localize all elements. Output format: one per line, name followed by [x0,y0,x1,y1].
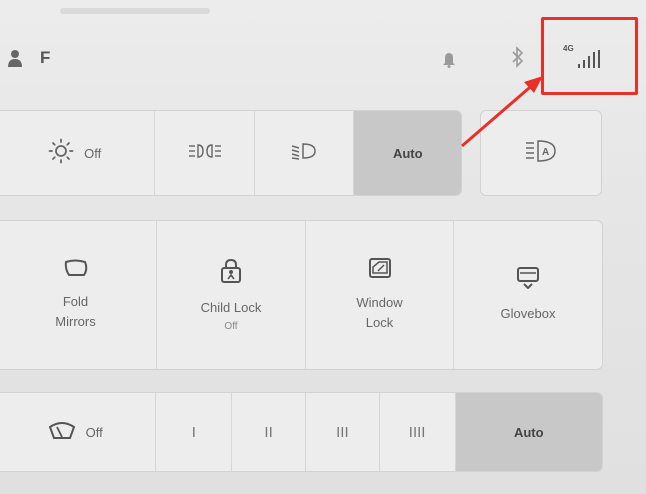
wipers-off-label: Off [85,424,103,440]
top-strip [60,8,210,14]
wipers-off-button[interactable]: Off [0,393,157,471]
glovebox-button[interactable]: Glovebox [454,221,602,369]
window-lock-label-line1: Window [356,294,403,310]
fold-mirrors-label-line1: Fold [62,293,89,309]
auto-high-beam-icon: A [525,139,557,167]
wiper-speed-4-button[interactable]: IIII [380,393,456,471]
child-lock-label: Child Lock [200,299,262,315]
profile-name: F [40,48,51,67]
child-lock-icon [221,258,241,288]
bluetooth-icon[interactable] [511,46,525,73]
parking-lights-button[interactable] [155,111,255,195]
fold-mirrors-button[interactable]: Fold Mirrors [0,221,157,369]
wiper-speed-4-label: IIII [408,423,426,441]
wiper-speed-2-button[interactable]: II [232,393,306,471]
touchscreen: F 4G Off Auto A Fold Mirrors Child Lock … [0,0,646,494]
signal-highlight-box [541,17,638,95]
low-beam-button[interactable] [255,111,355,195]
window-lock-button[interactable]: Window Lock [306,221,454,369]
auto-high-beam-panel: A [480,110,602,196]
low-beam-icon [291,142,317,165]
wiper-icon [48,420,76,445]
lights-off-label: Off [84,145,102,161]
lights-auto-label: Auto [392,145,423,161]
wiper-speed-3-label: III [336,423,349,441]
glovebox-icon [517,266,539,294]
person-icon [8,49,22,67]
vehicle-controls-panel: Fold Mirrors Child Lock Off Window Lock … [0,220,603,370]
wiper-speed-2-label: II [264,423,273,441]
wiper-speed-1-button[interactable]: I [156,393,233,471]
driver-profile[interactable]: F [8,48,50,68]
window-lock-label-line2: Lock [365,314,394,330]
lights-off-button[interactable]: Off [0,111,156,195]
child-lock-button[interactable]: Child Lock Off [157,221,306,369]
wiper-speed-3-button[interactable]: III [306,393,380,471]
wiper-speed-1-label: I [191,423,196,441]
lights-auto-button[interactable]: Auto [354,111,461,195]
child-lock-status: Off [224,320,238,332]
bell-icon[interactable] [443,52,455,73]
window-lock-icon [368,257,391,283]
wipers-auto-button[interactable]: Auto [455,393,602,471]
parking-lights-icon [188,143,222,164]
fold-mirrors-label-line2: Mirrors [55,313,96,329]
wipers-auto-label: Auto [513,424,544,440]
lights-panel: Off Auto [0,110,462,196]
glovebox-label: Glovebox [500,305,556,321]
mirror-icon [63,259,89,282]
wipers-panel: Off I II III IIII Auto [0,392,603,472]
auto-high-beam-button[interactable]: A [481,111,601,195]
svg-text:A: A [542,147,549,158]
sun-icon [48,138,74,169]
